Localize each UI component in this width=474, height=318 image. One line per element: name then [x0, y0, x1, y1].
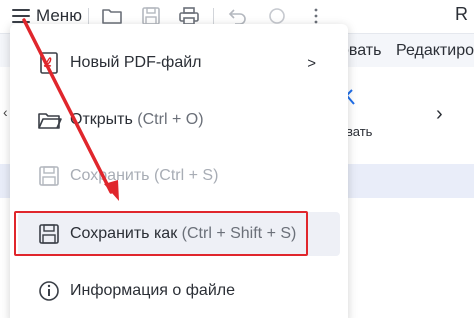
shortcut-hint: (Ctrl + O): [137, 111, 204, 128]
toolbar-divider: [213, 8, 214, 25]
shortcut-hint: (Ctrl + S): [153, 167, 219, 184]
shortcut-hint: (Ctrl + Shift + S): [181, 225, 297, 242]
menu-item-label: Информация о файле: [70, 282, 235, 299]
app-title-fragment: R: [455, 4, 468, 24]
menu-item-label: Сохранить (Ctrl + S): [70, 167, 219, 184]
folder-open-icon: [36, 107, 62, 133]
menu-item-label: Новый PDF-файл: [70, 54, 202, 71]
hamburger-icon: [12, 9, 30, 23]
tab-edit[interactable]: Редактиро: [396, 42, 474, 60]
new-pdf-icon: [36, 50, 62, 76]
menu-item-save-as[interactable]: Сохранить как (Ctrl + Shift + S): [18, 212, 340, 256]
toolbar-divider: [88, 8, 89, 25]
save-icon: [36, 163, 62, 189]
submenu-arrow-icon: >: [307, 54, 316, 72]
info-icon: [36, 278, 62, 304]
menu-item-file-info[interactable]: Информация о файле: [18, 269, 340, 313]
file-menu-dropdown: Новый PDF-файл > Открыть (Ctrl + O) Сохр…: [10, 24, 348, 318]
save-as-icon: [36, 221, 62, 247]
menu-item-save[interactable]: Сохранить (Ctrl + S): [18, 154, 340, 198]
tool-label: вать: [346, 124, 373, 139]
menu-item-label: Сохранить как (Ctrl + Shift + S): [70, 225, 297, 242]
menu-item-open[interactable]: Открыть (Ctrl + O): [18, 98, 340, 142]
chevron-right-icon[interactable]: ›: [436, 103, 443, 126]
menu-item-label: Открыть (Ctrl + O): [70, 111, 204, 128]
menu-label: Меню: [36, 6, 82, 25]
menu-item-new-pdf[interactable]: Новый PDF-файл >: [18, 41, 340, 85]
scroll-left-icon[interactable]: ‹: [3, 104, 8, 120]
